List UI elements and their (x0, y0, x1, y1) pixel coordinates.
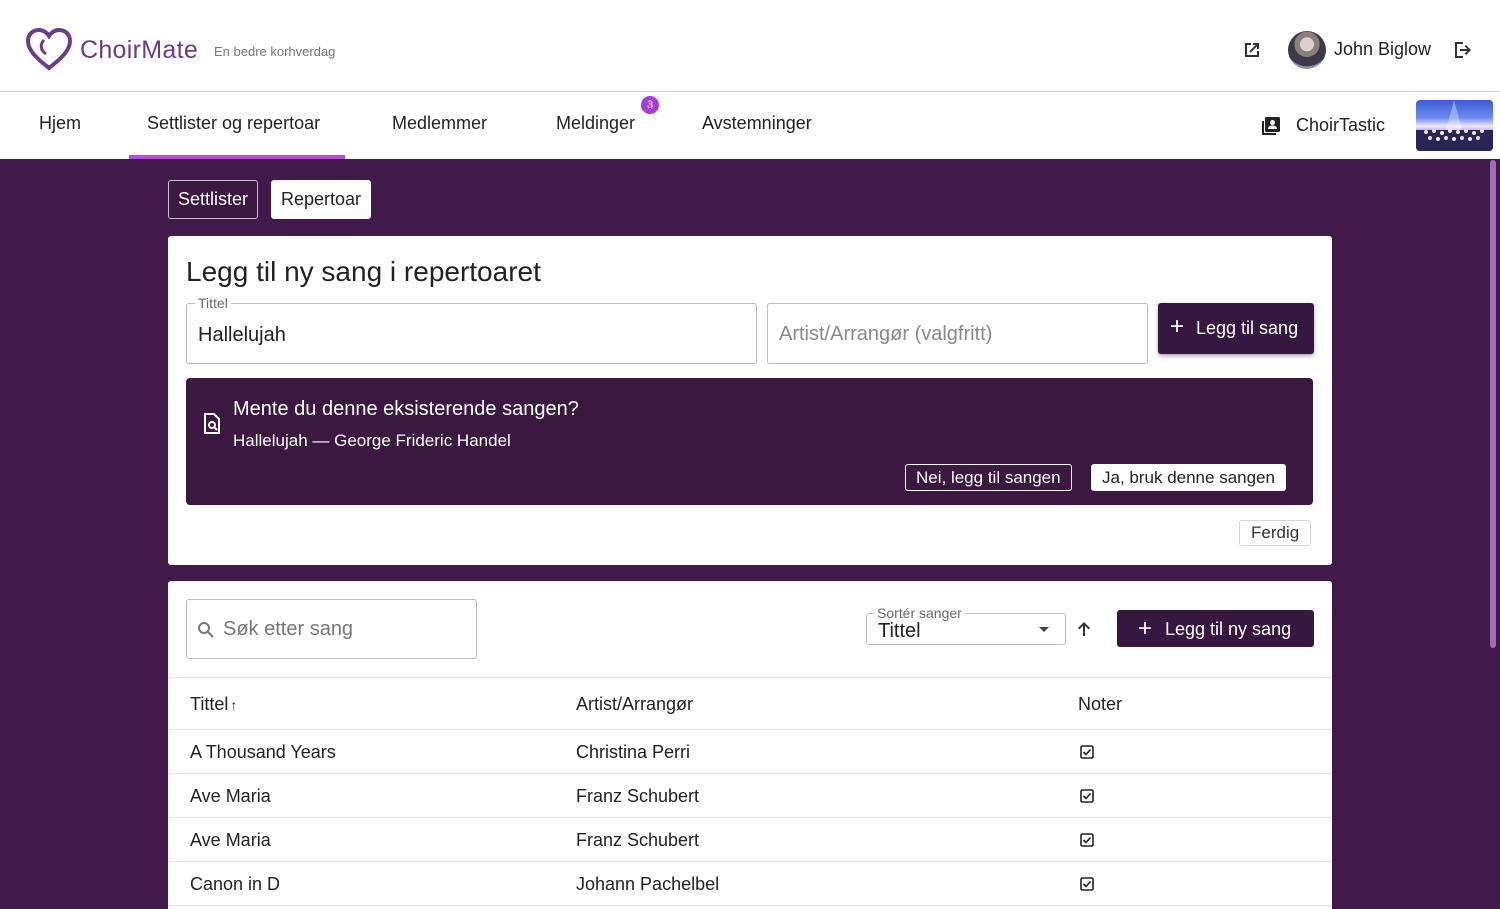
plus-icon: + (1170, 313, 1185, 340)
main-nav: Hjem Settlister og repertoar Medlemmer M… (0, 93, 1500, 159)
add-song-card: Legg til ny sang i repertoaret Tittel Ha… (168, 236, 1332, 565)
column-header-title-label: Tittel (190, 694, 229, 714)
table-row[interactable]: Ave Maria Franz Schubert (168, 773, 1332, 817)
tagline: En bedre korhverdag (214, 44, 336, 59)
song-artist: Christina Perri (576, 742, 691, 762)
avatar[interactable] (1288, 31, 1326, 69)
existing-song-suggestion: Mente du denne eksisterende sangen? Hall… (186, 378, 1313, 505)
song-artist: Franz Schubert (576, 830, 700, 850)
song-artist: Franz Schubert (576, 786, 700, 806)
sort-select-label: Sortér sanger (874, 605, 965, 621)
add-song-heading: Legg til ny sang i repertoaret (186, 256, 541, 287)
sort-ascending-icon[interactable] (1074, 619, 1094, 639)
table-row[interactable]: A Thousand Years Christina Perri (168, 729, 1332, 773)
song-title: A Thousand Years (190, 742, 336, 762)
user-name[interactable]: John Biglow (1334, 39, 1431, 60)
suggestion-song: Hallelujah — George Frideric Handel (233, 431, 511, 450)
song-title: Ave Maria (190, 786, 271, 806)
notification-badge: 3 (641, 96, 659, 114)
brand-name[interactable]: ChoirMate (80, 36, 198, 65)
add-new-song-button-label: Legg til ny sang (1165, 619, 1292, 639)
checkbox-checked-icon (1080, 789, 1094, 803)
title-input-value[interactable]: Hallelujah (198, 324, 286, 347)
nav-settlister-og-repertoar[interactable]: Settlister og repertoar (147, 113, 320, 134)
search-placeholder[interactable]: Søk etter sang (223, 618, 353, 641)
song-title: Ave Maria (190, 830, 271, 850)
table-row[interactable]: Canon in D Johann Pachelbel (168, 861, 1332, 905)
nav-medlemmer[interactable]: Medlemmer (392, 113, 487, 134)
title-input[interactable]: Tittel Hallelujah (186, 295, 757, 364)
plus-icon: + (1138, 615, 1153, 642)
title-input-label: Tittel (195, 295, 231, 311)
search-icon (198, 622, 214, 638)
page-scrollbar[interactable] (1490, 160, 1496, 648)
add-song-button-label: Legg til sang (1196, 318, 1299, 338)
logout-icon[interactable] (1451, 38, 1475, 62)
checkbox-checked-icon (1080, 745, 1094, 759)
add-song-button[interactable]: + Legg til sang (1158, 303, 1314, 354)
nav-meldinger[interactable]: Meldinger (556, 113, 635, 134)
main-content: Settlister Repertoar Legg til ny sang i … (0, 159, 1500, 909)
tab-settlister[interactable]: Settlister (168, 180, 259, 219)
table-row-divider (168, 905, 1332, 909)
artist-input-placeholder[interactable]: Artist/Arrangør (valgfritt) (779, 323, 992, 346)
sort-arrow-icon: ↑ (230, 697, 238, 713)
table-row[interactable]: Ave Maria Franz Schubert (168, 817, 1332, 861)
choirmate-logo[interactable] (26, 28, 72, 72)
suggestion-question: Mente du denne eksisterende sangen? (233, 398, 579, 420)
accept-suggestion-button[interactable]: Ja, bruk denne sangen (1091, 464, 1286, 491)
song-list-card: Søk etter sang Sortér sanger Tittel + Le… (168, 581, 1332, 909)
tab-repertoar[interactable]: Repertoar (271, 180, 372, 219)
song-artist: Johann Pachelbel (576, 874, 720, 894)
document-search-icon (204, 413, 220, 434)
checkbox-checked-icon (1080, 877, 1094, 891)
chevron-down-icon[interactable] (1039, 627, 1049, 632)
table-header: Tittel ↑ Artist/Arrangør Noter (168, 677, 1332, 729)
open-external-icon[interactable] (1240, 38, 1264, 62)
choir-image[interactable] (1416, 100, 1493, 151)
add-new-song-button[interactable]: + Legg til ny sang (1117, 610, 1314, 647)
done-button[interactable]: Ferdig (1239, 520, 1312, 546)
top-bar: ChoirMate En bedre korhverdag John Biglo… (0, 0, 1500, 92)
choir-name[interactable]: ChoirTastic (1296, 115, 1385, 136)
column-header-title[interactable]: Tittel ↑ (190, 694, 237, 715)
nav-avstemninger[interactable]: Avstemninger (702, 113, 812, 134)
decline-suggestion-button[interactable]: Nei, legg til sangen (905, 464, 1072, 491)
song-title: Canon in D (190, 874, 281, 894)
nav-hjem[interactable]: Hjem (39, 113, 81, 134)
sort-select[interactable]: Sortér sanger Tittel (866, 605, 1066, 645)
artist-input[interactable]: Artist/Arrangør (valgfritt) (767, 303, 1148, 364)
column-header-notes[interactable]: Noter (1078, 694, 1122, 715)
choir-switch-icon[interactable] (1260, 115, 1282, 137)
checkbox-checked-icon (1080, 833, 1094, 847)
column-header-artist[interactable]: Artist/Arrangør (576, 694, 693, 715)
sort-select-value[interactable]: Tittel (878, 620, 921, 643)
search-input[interactable]: Søk etter sang (186, 599, 477, 659)
